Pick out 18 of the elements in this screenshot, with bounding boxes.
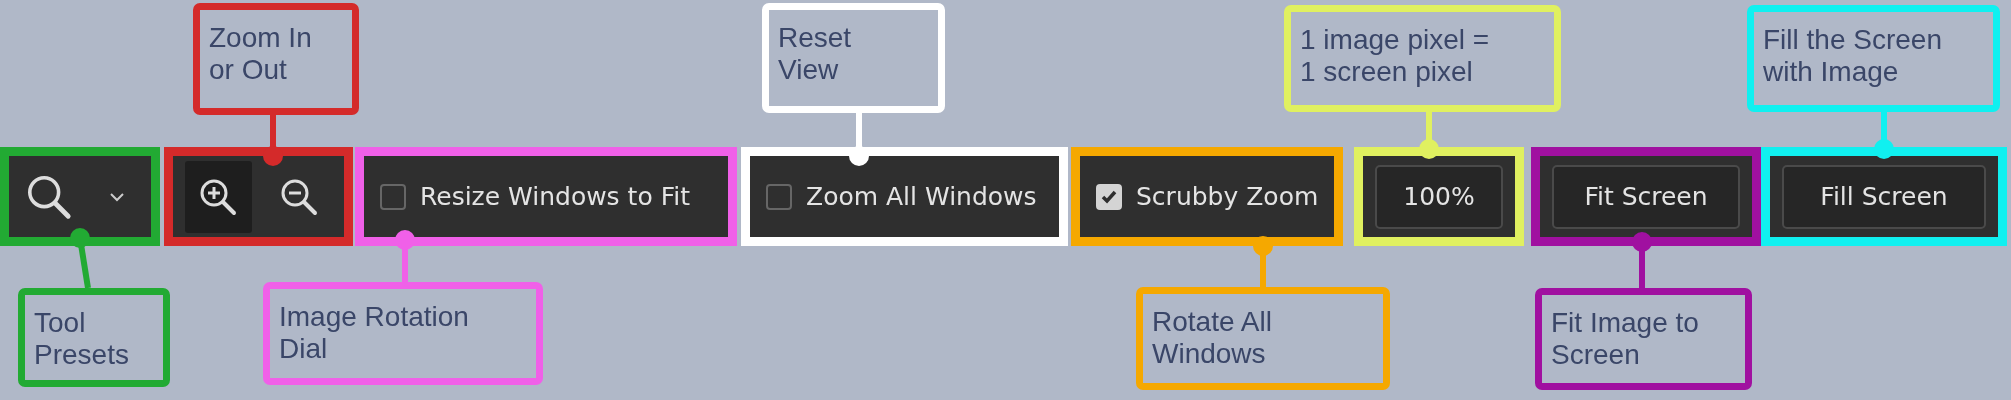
toolbar-button[interactable]: Fill Screen <box>1782 164 1986 229</box>
zoom-in-button[interactable] <box>185 160 252 233</box>
checkbox-label: Scrubby Zoom <box>1136 182 1319 211</box>
callout-label: 1 image pixel = 1 screen pixel <box>1284 5 1561 112</box>
chevron-icon[interactable] <box>109 191 125 202</box>
checkbox-label: Zoom All Windows <box>806 182 1037 211</box>
checkbox-label: Resize Windows to Fit <box>420 182 690 211</box>
callout-label: Tool Presets <box>18 288 170 387</box>
callout-label: Rotate All Windows <box>1136 287 1390 390</box>
callout-label: Reset View <box>762 3 945 113</box>
checkbox[interactable] <box>380 183 406 210</box>
callout-label: Fill the Screen with Image <box>1747 5 2000 112</box>
toolbar-button[interactable]: 100% <box>1375 164 1503 229</box>
toolbar-button[interactable]: Fit Screen <box>1552 164 1740 229</box>
callout-label: Zoom In or Out <box>193 3 359 115</box>
checkbox[interactable] <box>766 183 792 210</box>
callout-label: Fit Image to Screen <box>1535 288 1752 390</box>
callout-label: Image Rotation Dial <box>263 282 543 385</box>
